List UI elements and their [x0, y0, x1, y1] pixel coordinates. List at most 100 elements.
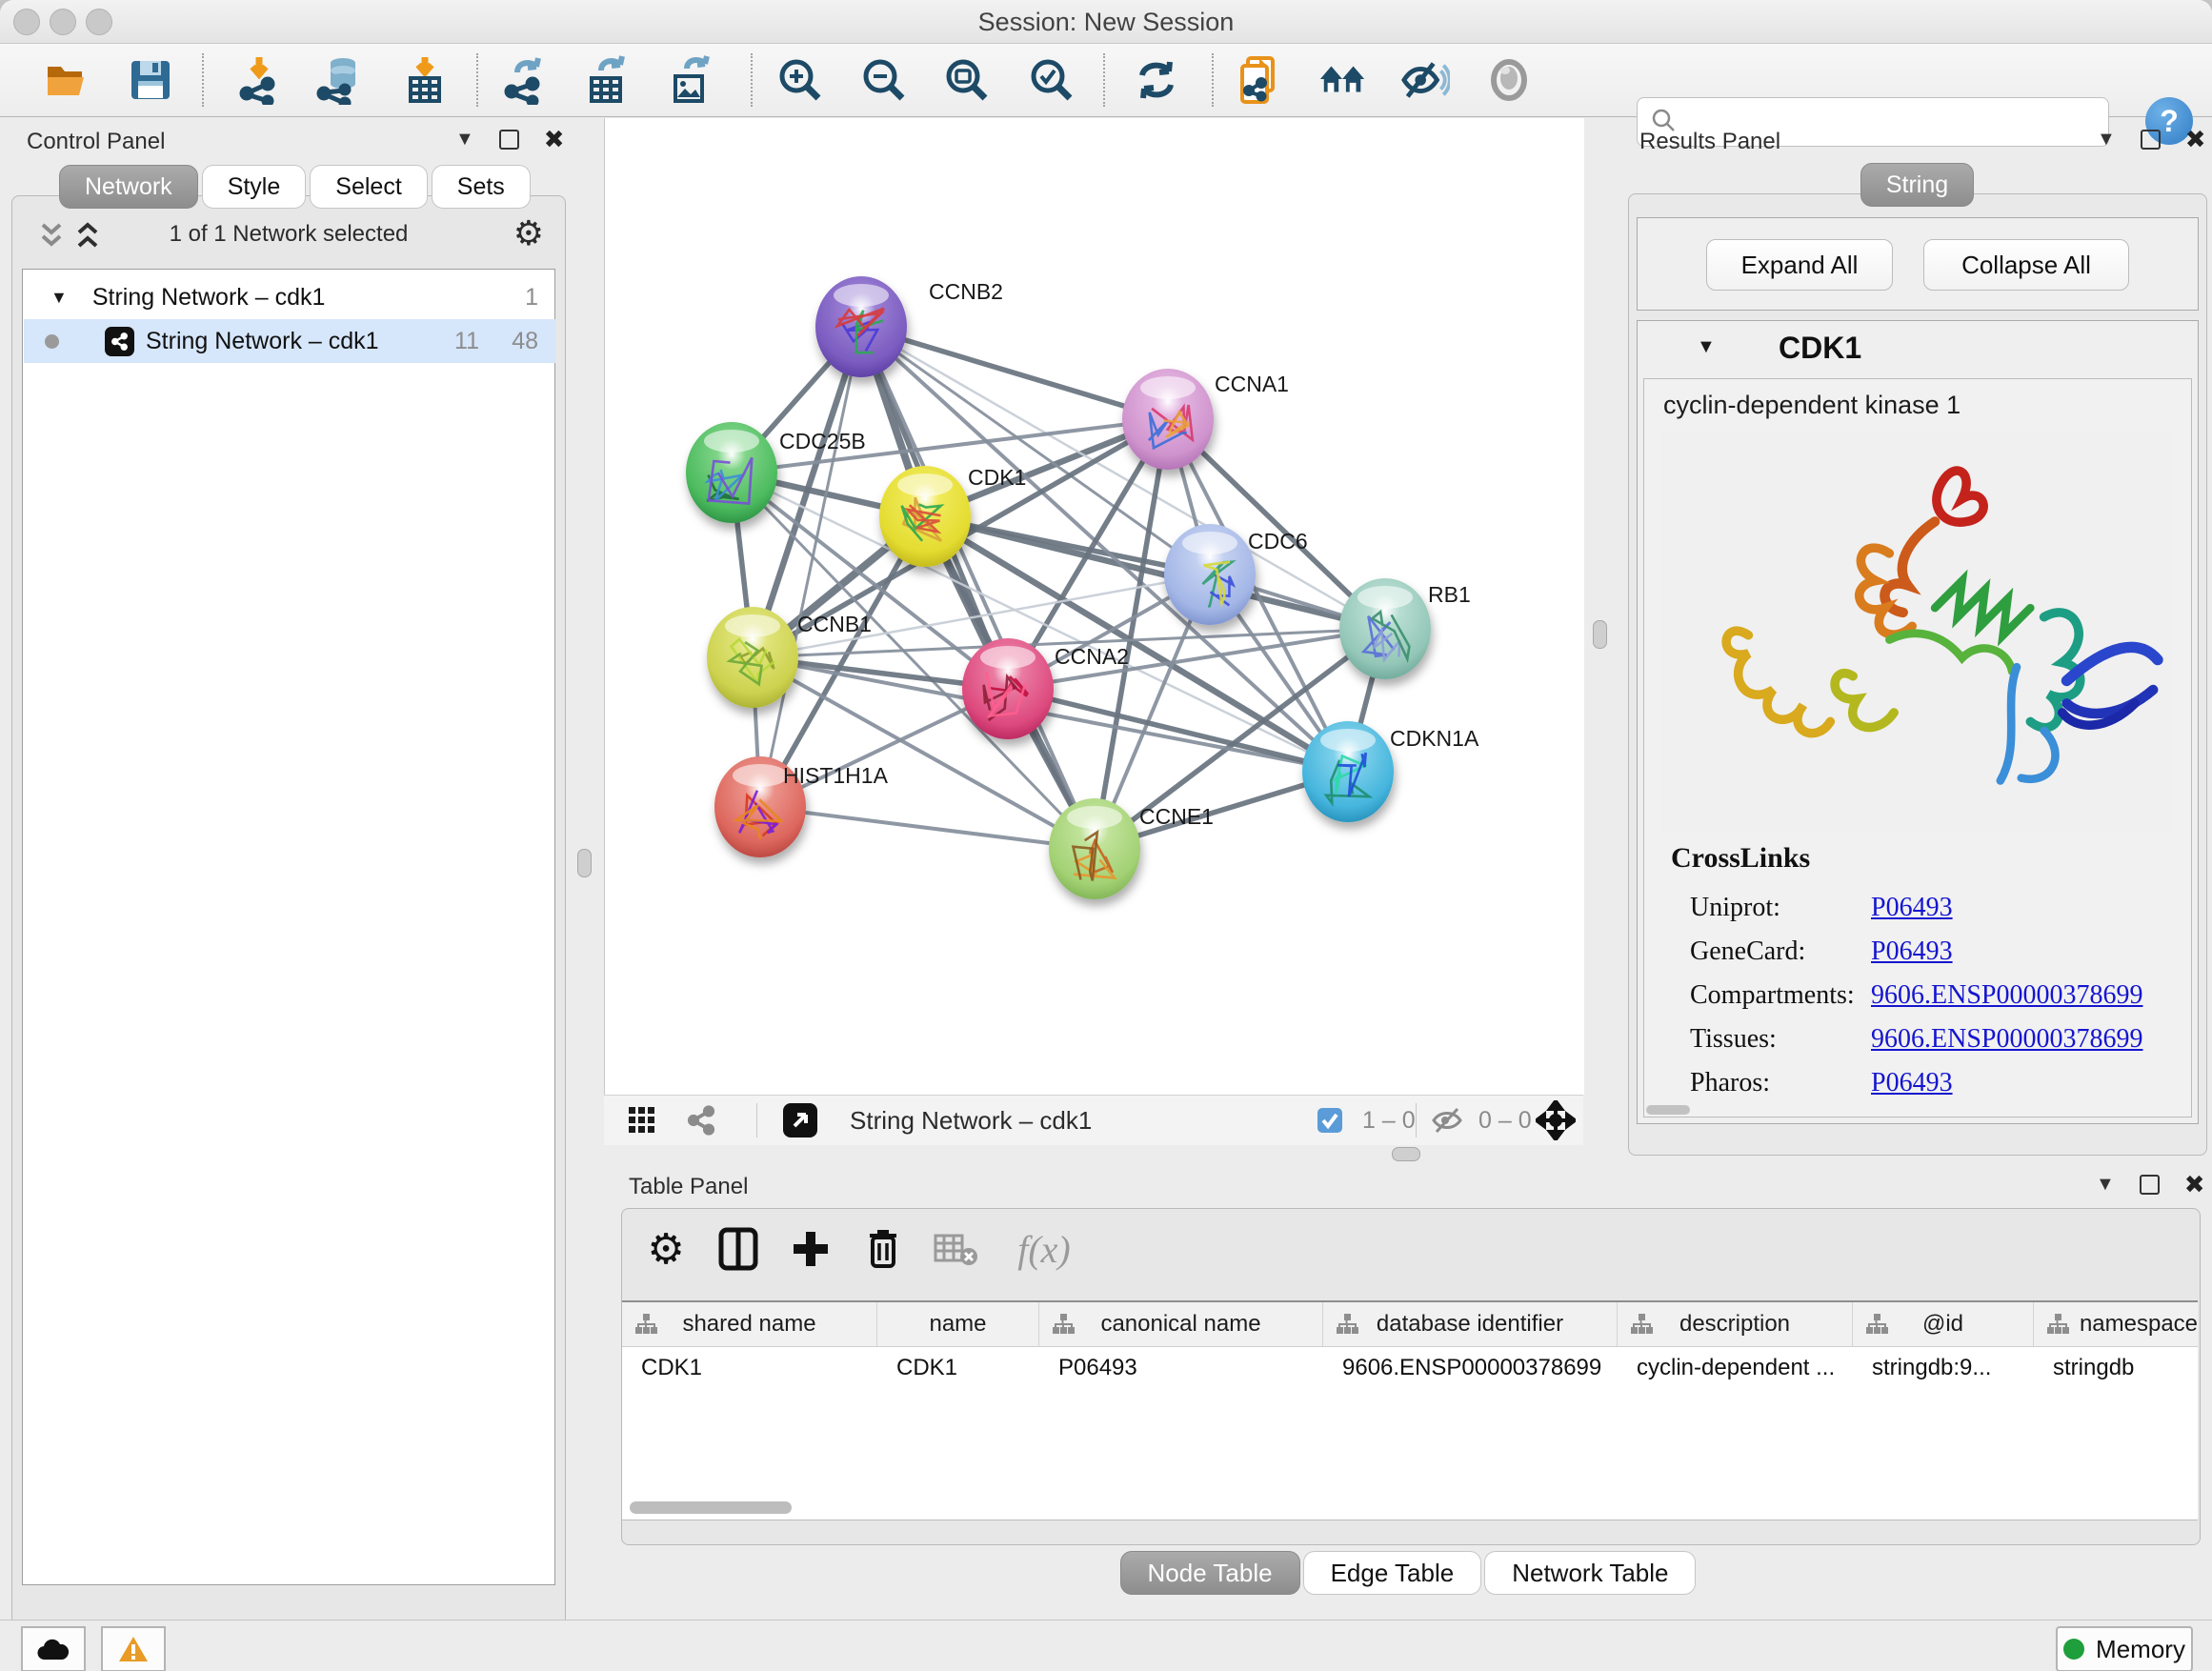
- close-panel-icon[interactable]: ✖: [544, 127, 565, 151]
- expand-all-button[interactable]: Expand All: [1706, 239, 1893, 291]
- network-tree-row-selected[interactable]: String Network – cdk1 11 48: [24, 319, 555, 363]
- hide-eye-icon[interactable]: [1400, 55, 1450, 105]
- network-edge-HIST1H1A-CCNB2[interactable]: [760, 327, 861, 807]
- left-splitter-handle[interactable]: [577, 849, 592, 877]
- column-header-shared-name[interactable]: shared name: [622, 1302, 877, 1346]
- network-node-CCNA2[interactable]: [962, 638, 1054, 739]
- collapse-all-button[interactable]: Collapse All: [1923, 239, 2129, 291]
- cell-name[interactable]: CDK1: [877, 1347, 1039, 1389]
- zoom-out-icon[interactable]: [859, 55, 909, 105]
- delete-column-trash-icon[interactable]: [856, 1222, 910, 1276]
- float-panel-icon[interactable]: [499, 130, 519, 150]
- zoom-fit-icon[interactable]: [942, 55, 992, 105]
- houses-icon[interactable]: [1318, 55, 1368, 105]
- horizontal-splitter-handle[interactable]: [1392, 1147, 1420, 1161]
- network-options-gear-icon[interactable]: ⚙: [513, 213, 544, 253]
- zoom-in-icon[interactable]: [775, 55, 825, 105]
- cell-id[interactable]: stringdb:9...: [1853, 1347, 2034, 1389]
- panel-menu-icon[interactable]: ▼: [2096, 1174, 2115, 1196]
- crosslink-value-link[interactable]: P06493: [1871, 936, 1953, 966]
- close-panel-icon[interactable]: ✖: [2185, 127, 2206, 151]
- add-column-icon[interactable]: [784, 1222, 837, 1276]
- network-node-CDK1[interactable]: [879, 466, 971, 567]
- right-splitter-handle[interactable]: [1593, 620, 1607, 649]
- function-builder-icon[interactable]: f(x): [1001, 1222, 1087, 1276]
- tab-node-table[interactable]: Node Table: [1120, 1551, 1300, 1595]
- network-from-selection-icon[interactable]: [1235, 55, 1284, 105]
- pan-move-icon[interactable]: [1536, 1096, 1576, 1145]
- column-header-namespace[interactable]: namespace: [2034, 1302, 2198, 1346]
- cell-namespace[interactable]: stringdb: [2034, 1347, 2198, 1389]
- grid-view-icon[interactable]: [627, 1096, 657, 1145]
- delete-table-icon[interactable]: [929, 1222, 982, 1276]
- table-settings-gear-icon[interactable]: ⚙: [639, 1222, 693, 1276]
- results-hscrollbar[interactable]: [1646, 1105, 1690, 1115]
- import-network-file-icon[interactable]: [234, 55, 284, 105]
- network-edge-CCNB2-CCNA1[interactable]: [861, 327, 1168, 419]
- open-session-icon[interactable]: [42, 55, 91, 105]
- share-view-icon[interactable]: [686, 1096, 716, 1145]
- import-network-database-icon[interactable]: [314, 55, 364, 105]
- export-table-icon[interactable]: [581, 55, 631, 105]
- selected-checkbox-icon[interactable]: [1317, 1096, 1343, 1145]
- network-graph[interactable]: CCNB2CCNA1CDC25BCDK1CDC6RB1CCNB1CCNA2CDK…: [605, 118, 1584, 1095]
- gene-section-header[interactable]: ▼ CDK1: [1638, 321, 2198, 376]
- column-header-canonical-name[interactable]: canonical name: [1039, 1302, 1323, 1346]
- network-edge-HIST1H1A-CCNE1[interactable]: [760, 807, 1095, 849]
- column-header-database-identifier[interactable]: database identifier: [1323, 1302, 1618, 1346]
- memory-button[interactable]: Memory: [2056, 1626, 2193, 1671]
- table-row[interactable]: CDK1 CDK1 P06493 9606.ENSP00000378699 cy…: [622, 1347, 2198, 1389]
- save-session-icon[interactable]: [126, 55, 175, 105]
- float-panel-icon[interactable]: [2140, 1175, 2160, 1195]
- network-node-CCNA1[interactable]: [1122, 369, 1214, 470]
- panel-menu-icon[interactable]: ▼: [2097, 129, 2116, 151]
- zoom-selected-icon[interactable]: [1027, 55, 1076, 105]
- tab-select[interactable]: Select: [310, 165, 427, 209]
- show-columns-icon[interactable]: [712, 1222, 765, 1276]
- toolbar-separator: [1212, 53, 1214, 107]
- network-node-CCNE1[interactable]: [1049, 798, 1140, 899]
- tab-edge-table[interactable]: Edge Table: [1303, 1551, 1482, 1595]
- float-panel-icon[interactable]: [2141, 130, 2161, 150]
- birds-eye-view-icon[interactable]: [781, 1096, 819, 1145]
- warning-status-button[interactable]: [101, 1626, 166, 1671]
- tab-style[interactable]: Style: [202, 165, 307, 209]
- tab-network-table[interactable]: Network Table: [1484, 1551, 1696, 1595]
- tree-collapse-icon[interactable]: ▼: [50, 288, 68, 308]
- crosslink-value-link[interactable]: P06493: [1871, 893, 1953, 922]
- network-node-CDKN1A[interactable]: [1302, 721, 1394, 822]
- export-network-icon[interactable]: [499, 55, 549, 105]
- close-panel-icon[interactable]: ✖: [2184, 1172, 2205, 1197]
- network-tree-root-row[interactable]: ▼ String Network – cdk1 1: [24, 275, 555, 319]
- crosslink-value-link[interactable]: 9606.ENSP00000378699: [1871, 1024, 2142, 1054]
- network-node-CCNB1[interactable]: [707, 607, 798, 708]
- network-edge-CDK1-RB1[interactable]: [925, 516, 1385, 629]
- crosslink-value-link[interactable]: P06493: [1871, 1068, 1953, 1097]
- cell-database-identifier[interactable]: 9606.ENSP00000378699: [1323, 1347, 1618, 1389]
- cell-description[interactable]: cyclin-dependent ...: [1618, 1347, 1853, 1389]
- column-header-name[interactable]: name: [877, 1302, 1039, 1346]
- network-canvas[interactable]: CCNB2CCNA1CDC25BCDK1CDC6RB1CCNB1CCNA2CDK…: [604, 118, 1584, 1095]
- panel-menu-icon[interactable]: ▼: [455, 129, 474, 151]
- network-node-CCNB2[interactable]: [815, 276, 907, 377]
- network-edge-CCNB2-CCNE1[interactable]: [861, 327, 1095, 849]
- eye-icon[interactable]: [1484, 55, 1534, 105]
- network-node-CDC6[interactable]: [1164, 524, 1256, 625]
- section-collapse-icon[interactable]: ▼: [1697, 336, 1716, 358]
- network-node-CDC25B[interactable]: [686, 422, 777, 523]
- export-image-icon[interactable]: [665, 55, 714, 105]
- table-hscrollbar[interactable]: [630, 1501, 792, 1514]
- refresh-view-icon[interactable]: [1132, 55, 1181, 105]
- cloud-status-button[interactable]: [21, 1626, 86, 1671]
- tab-sets[interactable]: Sets: [432, 165, 531, 209]
- cell-canonical-name[interactable]: P06493: [1039, 1347, 1323, 1389]
- tab-network[interactable]: Network: [59, 165, 198, 209]
- column-header-id[interactable]: @id: [1853, 1302, 2034, 1346]
- hidden-eye-slash-icon[interactable]: [1431, 1096, 1463, 1145]
- crosslink-value-link[interactable]: 9606.ENSP00000378699: [1871, 980, 2142, 1010]
- cell-shared-name[interactable]: CDK1: [622, 1347, 877, 1389]
- column-header-description[interactable]: description: [1618, 1302, 1853, 1346]
- import-table-icon[interactable]: [400, 55, 450, 105]
- network-node-RB1[interactable]: [1339, 578, 1431, 679]
- tab-string[interactable]: String: [1860, 163, 1974, 207]
